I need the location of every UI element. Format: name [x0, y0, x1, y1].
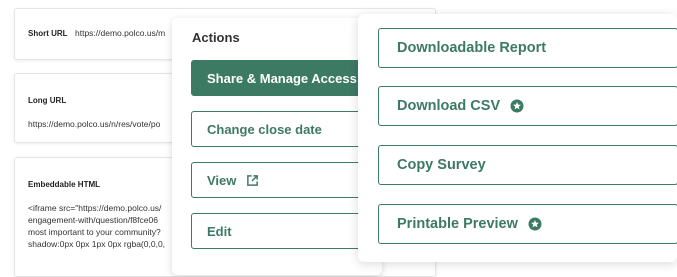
actions-panel: Actions Share & Manage Access Change clo… [172, 18, 382, 275]
share-manage-access-label: Share & Manage Access [207, 70, 357, 86]
embeddable-html-line[interactable]: most important to your community? [28, 227, 161, 237]
embeddable-html-label: Embeddable HTML [28, 180, 101, 189]
edit-label: Edit [207, 223, 232, 239]
short-url-value[interactable]: https://demo.polco.us/m [75, 28, 165, 38]
copy-survey-label: Copy Survey [397, 157, 486, 173]
long-url-value[interactable]: https://demo.polco.us/n/res/vote/po [28, 119, 160, 129]
downloads-panel: Downloadable Report Download CSV Copy Su… [358, 14, 677, 262]
long-url-label: Long URL [28, 96, 67, 105]
change-close-date-button[interactable]: Change close date [191, 111, 361, 147]
downloadable-report-button[interactable]: Downloadable Report [378, 28, 677, 68]
star-badge-icon [528, 217, 542, 231]
download-csv-label: Download CSV [397, 98, 501, 114]
view-button[interactable]: View [191, 162, 361, 198]
downloadable-report-label: Downloadable Report [397, 40, 547, 56]
external-link-icon [247, 174, 259, 186]
copy-survey-button[interactable]: Copy Survey [378, 145, 677, 185]
embeddable-html-line[interactable]: shadow:0px 0px 1px 0px rgba(0,0,0, [28, 239, 165, 249]
short-url-label: Short URL [28, 29, 68, 38]
change-close-date-label: Change close date [207, 121, 322, 137]
printable-preview-label: Printable Preview [397, 216, 518, 232]
star-badge-icon [510, 99, 524, 113]
embeddable-html-line[interactable]: engagement-with/question/f8fce06 [28, 215, 158, 225]
download-csv-button[interactable]: Download CSV [378, 86, 677, 126]
actions-heading: Actions [192, 30, 240, 45]
printable-preview-button[interactable]: Printable Preview [378, 204, 677, 244]
share-manage-access-button[interactable]: Share & Manage Access [191, 60, 361, 96]
embeddable-html-line[interactable]: <iframe src="https://demo.polco.us/ [28, 203, 161, 213]
view-label: View [207, 172, 237, 188]
edit-button[interactable]: Edit [191, 213, 361, 249]
